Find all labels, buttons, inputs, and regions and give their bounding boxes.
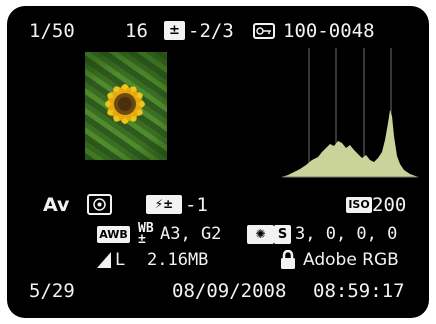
flash-comp-icon: ⚡± (146, 195, 182, 214)
iso-badge: ISO (346, 197, 372, 213)
picture-style-badge: S (274, 225, 291, 244)
exposure-comp-icon: ± (164, 21, 185, 40)
capture-time: 08:59:17 (313, 280, 405, 302)
protect-key-icon (253, 23, 275, 39)
file-size: 2.16MB (147, 250, 209, 270)
luminance-histogram (282, 48, 418, 178)
wb-shift-icon: WB ± (138, 221, 154, 248)
file-number: 100-0048 (283, 20, 375, 42)
lock-icon (281, 250, 295, 269)
histogram-curve (282, 110, 418, 177)
picture-style-values: 3, 0, 0, 0 (295, 224, 398, 244)
white-balance-badge: AWB (97, 226, 130, 243)
metering-mode-icon (87, 194, 112, 215)
exposure-value: 16 (125, 20, 148, 42)
color-space: Adobe RGB (303, 250, 399, 270)
capture-date: 08/09/2008 (172, 280, 287, 302)
camera-playback-screen: 1/50 16 ± -2/3 100-0048 Av ⚡± -1 ISO 200… (7, 6, 429, 318)
image-quality: L (115, 250, 126, 270)
iso-value: 200 (372, 194, 407, 216)
picture-style-icon: ✺ (247, 225, 274, 244)
flash-comp: -1 (185, 194, 208, 216)
wb-shift: A3, G2 (160, 224, 222, 244)
sunflower-image (105, 84, 145, 124)
exposure-comp: -2/3 (188, 20, 234, 42)
shooting-mode: Av (43, 194, 70, 216)
folder-counter: 5/29 (29, 280, 75, 302)
frame-counter: 1/50 (29, 20, 75, 42)
quality-fine-icon (97, 252, 111, 268)
image-thumbnail (85, 52, 167, 160)
